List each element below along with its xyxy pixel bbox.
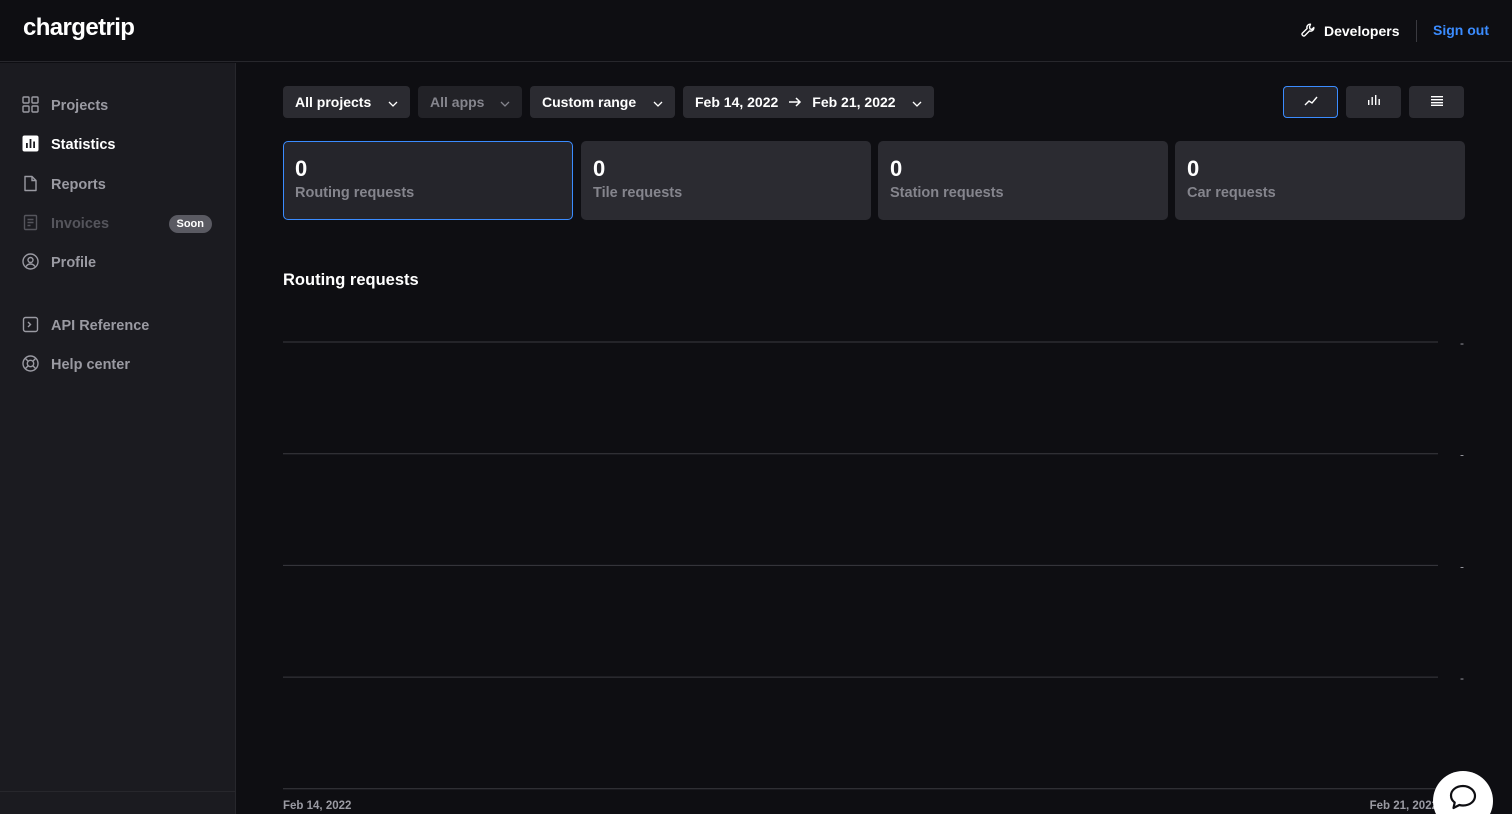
routing-requests-chart: - - - - Feb 14, 2022 Feb 21, 2022 (283, 336, 1464, 812)
y-tick-label: - (1460, 559, 1464, 573)
y-tick-label: - (1460, 336, 1464, 350)
y-tick-label: - (1460, 671, 1464, 685)
y-tick-label: - (1460, 448, 1464, 462)
chat-bubble-icon (1448, 783, 1478, 814)
x-tick-label: Feb 14, 2022 (283, 800, 351, 812)
x-tick-label: Feb 21, 2022 (1370, 800, 1438, 812)
